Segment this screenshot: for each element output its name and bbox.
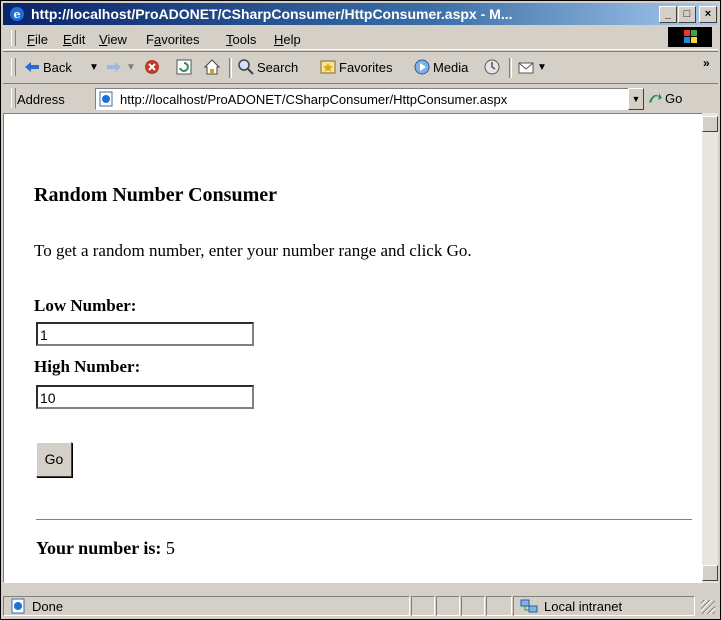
title-bar[interactable]: e http://localhost/ProADONET/CSharpConsu… <box>3 3 718 25</box>
menu-help[interactable]: Help <box>274 32 301 47</box>
status-panel-empty <box>411 596 435 616</box>
status-panel: Done <box>3 596 410 616</box>
refresh-icon[interactable] <box>175 58 193 76</box>
favorites-button[interactable]: Favorites <box>339 60 392 75</box>
status-bar: Done Local intranet <box>3 594 718 616</box>
result-value: 5 <box>165 538 175 558</box>
result-label: Your number is: <box>36 538 162 558</box>
address-dropdown-icon[interactable]: ▼ <box>628 88 644 110</box>
media-button[interactable]: Media <box>433 60 468 75</box>
svg-text:e: e <box>14 8 21 21</box>
history-icon[interactable] <box>483 58 501 76</box>
go-arrow-icon[interactable] <box>647 90 663 106</box>
toolbar-grip[interactable] <box>11 58 16 76</box>
favorites-icon[interactable] <box>319 58 337 76</box>
page-done-icon <box>11 598 25 614</box>
window-title: http://localhost/ProADONET/CSharpConsume… <box>31 6 513 22</box>
toolbar-separator <box>229 58 232 78</box>
resize-grip[interactable] <box>701 600 715 614</box>
vertical-scrollbar[interactable] <box>702 113 718 583</box>
go-submit-button[interactable]: Go <box>36 442 72 477</box>
address-bar: Address http://localhost/ProADONET/CShar… <box>3 83 718 112</box>
status-text: Done <box>32 599 64 614</box>
address-url: http://localhost/ProADONET/CSharpConsume… <box>120 92 508 107</box>
divider <box>36 519 692 522</box>
high-number-input[interactable]: 10 <box>36 385 254 409</box>
address-input[interactable]: http://localhost/ProADONET/CSharpConsume… <box>95 88 637 110</box>
menu-edit[interactable]: Edit <box>63 32 85 47</box>
status-panel-empty <box>486 596 512 616</box>
stop-icon[interactable] <box>143 58 161 76</box>
menu-file[interactable]: File <box>27 32 48 47</box>
toolbar-overflow-chevron-icon[interactable]: » <box>703 56 710 70</box>
page-title: Random Number Consumer <box>34 184 277 206</box>
back-dropdown-icon[interactable]: ▼ <box>89 62 99 73</box>
windows-logo-icon <box>668 27 712 47</box>
high-number-label: High Number: <box>34 357 141 376</box>
menu-grip[interactable] <box>11 30 16 46</box>
toolbar-separator <box>509 58 512 78</box>
page-content: Random Number Consumer To get a random n… <box>3 113 703 583</box>
menu-favorites[interactable]: Favorites <box>146 32 199 47</box>
intranet-icon <box>520 599 538 613</box>
maximize-button[interactable]: □ <box>678 6 696 23</box>
standard-toolbar: Back ▼ ▼ Search Favorites Media ▼ » <box>3 51 718 82</box>
zone-label: Local intranet <box>544 599 623 614</box>
mail-dropdown-icon[interactable]: ▼ <box>537 62 547 73</box>
result-line: Your number is: 5 <box>36 538 175 559</box>
search-icon[interactable] <box>237 58 255 76</box>
scroll-down-button[interactable] <box>702 565 718 581</box>
intro-text: To get a random number, enter your numbe… <box>34 241 472 260</box>
search-button[interactable]: Search <box>257 60 298 75</box>
address-grip[interactable] <box>11 88 16 108</box>
minimize-button[interactable]: _ <box>659 6 677 23</box>
menu-bar: File Edit View Favorites Tools Help <box>3 27 718 50</box>
menu-tools[interactable]: Tools <box>226 32 256 47</box>
ie-logo-icon: e <box>10 7 24 21</box>
low-number-input[interactable]: 1 <box>36 322 254 346</box>
low-number-label: Low Number: <box>34 296 137 315</box>
home-icon[interactable] <box>203 58 221 76</box>
media-icon[interactable] <box>413 58 431 76</box>
go-button[interactable]: Go <box>665 91 682 106</box>
page-icon <box>99 91 113 107</box>
security-zone[interactable]: Local intranet <box>513 596 695 616</box>
forward-arrow-icon[interactable] <box>105 58 123 76</box>
scroll-up-button[interactable] <box>702 116 718 132</box>
status-panel-empty <box>436 596 460 616</box>
menu-view[interactable]: View <box>99 32 127 47</box>
back-arrow-icon[interactable] <box>23 58 41 76</box>
mail-icon[interactable] <box>517 58 535 76</box>
status-panel-empty <box>461 596 485 616</box>
close-button[interactable]: × <box>699 6 717 23</box>
back-button[interactable]: Back <box>43 60 72 75</box>
address-label: Address <box>17 92 65 107</box>
forward-dropdown-icon[interactable]: ▼ <box>126 62 136 73</box>
browser-window: e http://localhost/ProADONET/CSharpConsu… <box>0 0 721 620</box>
